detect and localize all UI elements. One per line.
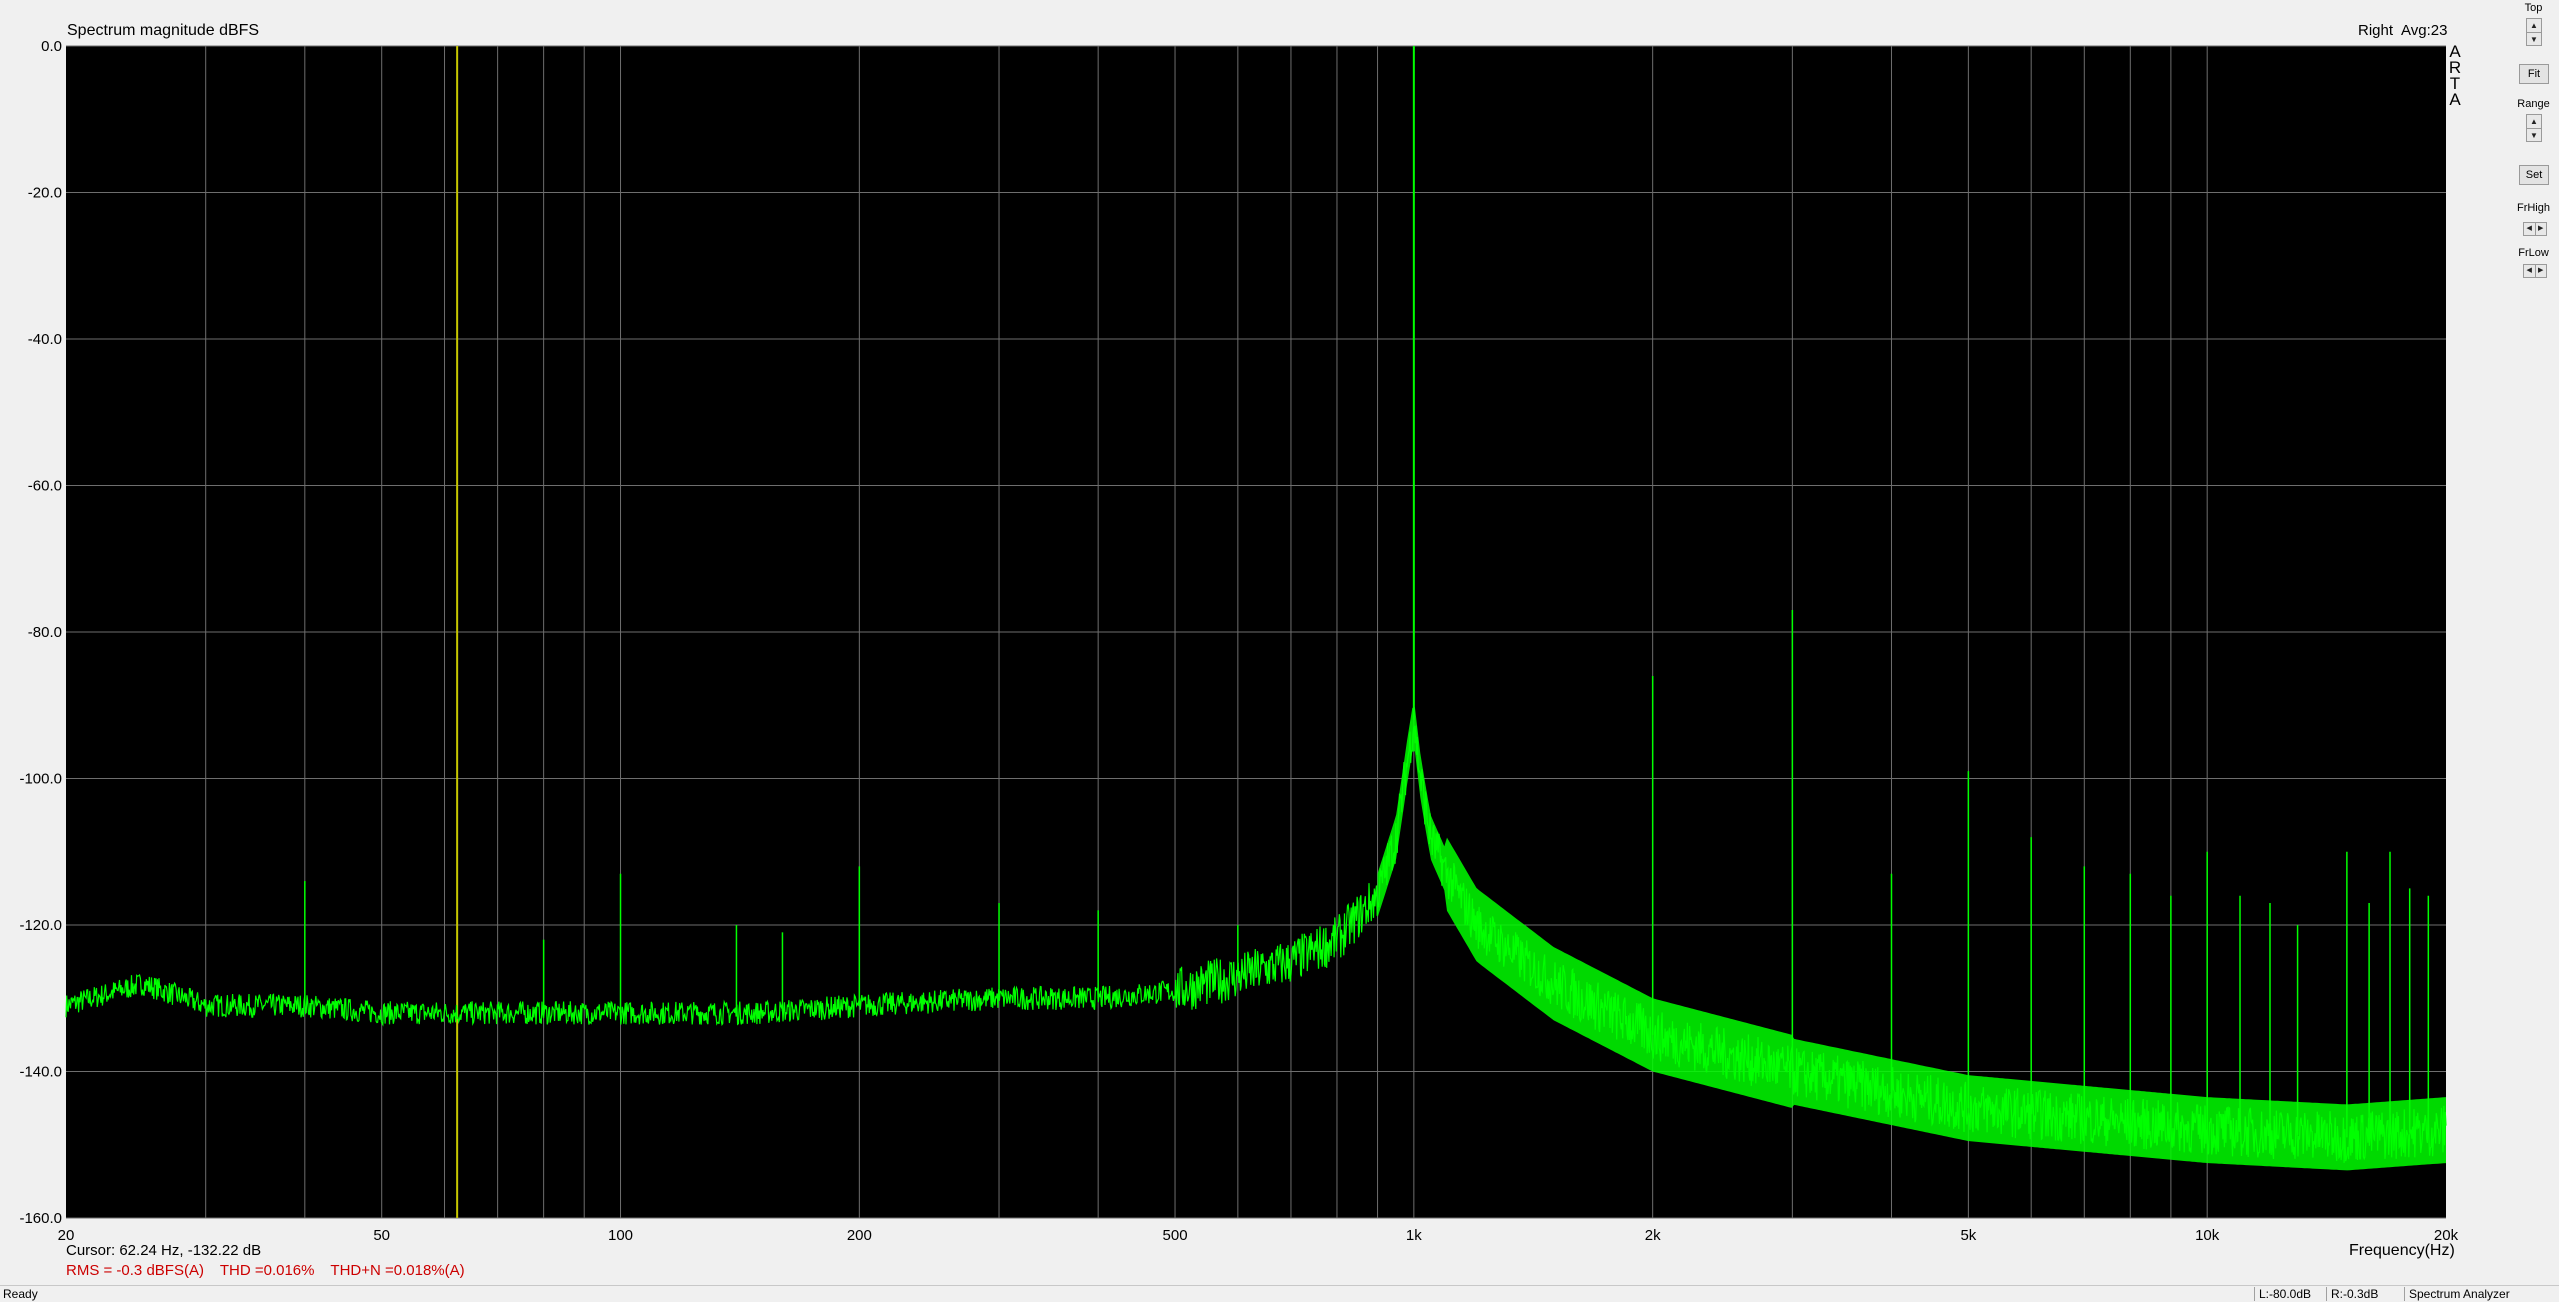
- thdn-readout: THD+N =0.018%(A): [330, 1262, 465, 1279]
- left-level: L:-80.0dB: [2254, 1287, 2311, 1301]
- y-tick-label: -100.0: [19, 771, 62, 788]
- top-spinner[interactable]: ▲ ▼: [2526, 18, 2542, 46]
- top-label: Top: [2524, 2, 2543, 14]
- spin-right-icon[interactable]: ▶: [2536, 265, 2547, 277]
- frhigh-spinner[interactable]: ◀ ▶: [2523, 222, 2547, 236]
- thd-readout: THD =0.016%: [219, 1262, 315, 1279]
- arta-logo: A R T A: [2448, 43, 2462, 109]
- x-tick-label: 50: [373, 1227, 390, 1244]
- x-tick-label: 1k: [1406, 1227, 1422, 1244]
- mode-label: Spectrum Analyzer: [2404, 1287, 2510, 1301]
- y-tick-label: -40.0: [28, 331, 62, 348]
- y-tick-label: -60.0: [28, 478, 62, 495]
- chart-title: Spectrum magnitude dBFS: [67, 22, 260, 39]
- frhigh-label: FrHigh: [2516, 202, 2550, 214]
- rms-readout: RMS = -0.3 dBFS(A): [66, 1262, 204, 1279]
- y-tick-label: -120.0: [19, 917, 62, 934]
- status-text: Ready: [3, 1287, 38, 1301]
- y-tick-label: -80.0: [28, 624, 62, 641]
- x-tick-label: 100: [608, 1227, 633, 1244]
- fit-button[interactable]: Fit: [2519, 64, 2549, 84]
- x-tick-label: 200: [847, 1227, 872, 1244]
- status-bar: Ready L:-80.0dB R:-0.3dB Spectrum Analyz…: [0, 1285, 2559, 1302]
- measurement-readout: RMS = -0.3 dBFS(A) THD =0.016% THD+N =0.…: [66, 1262, 477, 1279]
- set-button[interactable]: Set: [2519, 165, 2549, 185]
- average-count: Avg:23: [2401, 22, 2448, 39]
- logo-letter: A: [2449, 90, 2461, 109]
- x-axis: 20 50 100 200 500 1k 2k 5k 10k 20k: [58, 1227, 2459, 1244]
- frlow-spinner[interactable]: ◀ ▶: [2523, 264, 2547, 278]
- x-tick-label: 2k: [1645, 1227, 1661, 1244]
- cursor-readout: Cursor: 62.24 Hz, -132.22 dB: [66, 1242, 262, 1259]
- y-tick-label: -160.0: [19, 1210, 62, 1227]
- range-label: Range: [2517, 98, 2550, 110]
- channel-label: Right: [2358, 22, 2394, 39]
- x-tick-label: 5k: [1960, 1227, 1976, 1244]
- y-tick-label: -20.0: [28, 185, 62, 202]
- spectrum-plot[interactable]: 0.0 -20.0 -40.0 -60.0 -80.0 -100.0 -120.0 -140.…: [0, 0, 2500, 1285]
- x-tick-label: 10k: [2195, 1227, 2220, 1244]
- y-tick-label: 0.0: [41, 38, 62, 55]
- spin-left-icon[interactable]: ◀: [2524, 265, 2536, 277]
- y-tick-label: -140.0: [19, 1064, 62, 1081]
- spin-down-icon[interactable]: ▼: [2527, 129, 2541, 142]
- range-spinner[interactable]: ▲ ▼: [2526, 114, 2542, 142]
- right-level: R:-0.3dB: [2326, 1287, 2378, 1301]
- spectrum-chart[interactable]: 0.0 -20.0 -40.0 -60.0 -80.0 -100.0 -120.0 -140.…: [0, 0, 2500, 1285]
- control-strip: Top ▲ ▼ Fit Range ▲ ▼ Set FrHigh ◀ ▶ FrL…: [2508, 0, 2559, 1285]
- x-tick-label: 500: [1163, 1227, 1188, 1244]
- spin-up-icon[interactable]: ▲: [2527, 115, 2541, 129]
- y-axis: 0.0 -20.0 -40.0 -60.0 -80.0 -100.0 -120.0 -140.…: [19, 38, 62, 1227]
- spin-down-icon[interactable]: ▼: [2527, 33, 2541, 46]
- spin-right-icon[interactable]: ▶: [2536, 223, 2547, 235]
- spin-up-icon[interactable]: ▲: [2527, 19, 2541, 33]
- frlow-label: FrLow: [2518, 247, 2549, 259]
- x-axis-label: Frequency(Hz): [2349, 1242, 2455, 1259]
- spin-left-icon[interactable]: ◀: [2524, 223, 2536, 235]
